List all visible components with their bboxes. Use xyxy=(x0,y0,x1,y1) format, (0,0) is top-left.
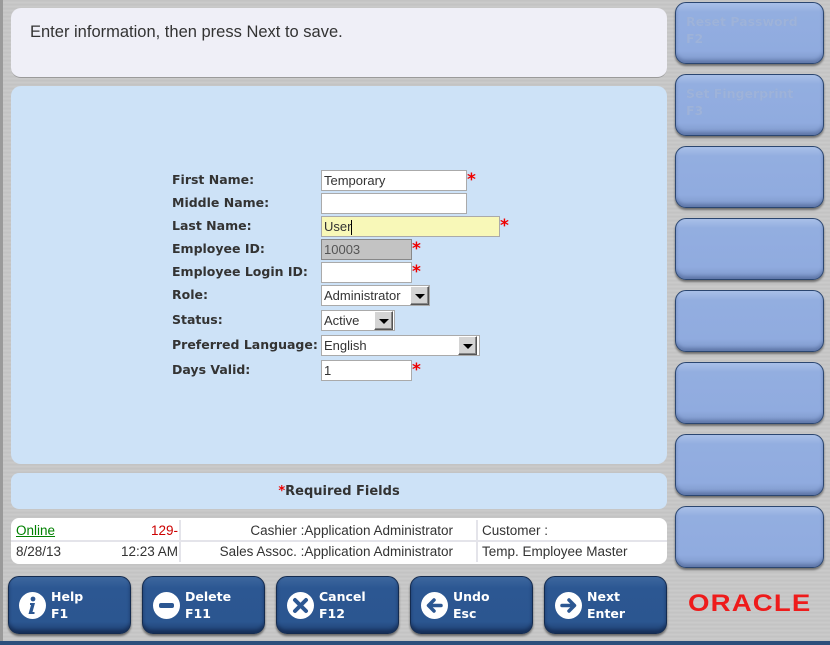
undo-label: Undo xyxy=(453,589,490,604)
side-button-4[interactable] xyxy=(675,218,824,280)
next-label: Next xyxy=(587,589,620,604)
delete-label: Delete xyxy=(185,589,232,604)
x-icon xyxy=(287,592,314,619)
help-button[interactable]: Help F1 xyxy=(8,576,131,634)
delete-button[interactable]: Delete F11 xyxy=(142,576,265,634)
time: 12:23 AM xyxy=(120,544,178,559)
set-fingerprint-key: F3 xyxy=(686,103,704,118)
cancel-key: F12 xyxy=(319,606,345,621)
preferred-language-value: English xyxy=(324,338,367,353)
employee-id-field: 10003 xyxy=(321,239,412,260)
required-marker: * xyxy=(500,216,509,236)
label-preferred-language: Preferred Language: xyxy=(172,337,318,352)
label-employee-login-id: Employee Login ID: xyxy=(172,264,308,279)
window-frame-bottom xyxy=(0,641,830,645)
row-employee-id: Employee ID: 10003 * xyxy=(11,239,667,261)
employee-form: First Name: Temporary * Middle Name: Las… xyxy=(11,86,667,464)
side-button-8[interactable] xyxy=(675,506,824,568)
side-button-5[interactable] xyxy=(675,290,824,352)
label-status: Status: xyxy=(172,312,223,327)
arrow-left-icon xyxy=(421,592,448,619)
role-value: Administrator xyxy=(324,288,401,303)
undo-button[interactable]: Undo Esc xyxy=(410,576,533,634)
help-label: Help xyxy=(51,589,84,604)
prompt-panel: Enter information, then press Next to sa… xyxy=(11,8,667,78)
status-value: Active xyxy=(324,313,360,328)
window-frame xyxy=(0,0,3,645)
status-dropdown-button[interactable] xyxy=(374,311,393,330)
minus-icon xyxy=(153,592,180,619)
reset-password-button[interactable]: Reset Password F2 xyxy=(675,2,824,64)
required-marker: * xyxy=(412,239,421,259)
side-button-6[interactable] xyxy=(675,362,824,424)
connection-status-link[interactable]: Online xyxy=(16,521,55,541)
prompt-text: Enter information, then press Next to sa… xyxy=(30,23,343,41)
sales-assoc-info: Sales Assoc. :Application Administrator xyxy=(219,544,453,559)
required-fields-note: *Required Fields xyxy=(11,473,667,509)
preferred-language-dropdown-button[interactable] xyxy=(458,336,477,355)
role-dropdown-button[interactable] xyxy=(410,286,429,305)
last-name-field[interactable]: User xyxy=(321,216,500,237)
next-button[interactable]: Next Enter xyxy=(544,576,667,634)
label-role: Role: xyxy=(172,287,208,302)
label-first-name: First Name: xyxy=(172,172,255,187)
divider xyxy=(179,520,181,562)
cashier-info: Cashier :Application Administrator xyxy=(250,523,453,538)
register-number: 129- xyxy=(150,523,178,538)
reset-password-label: Reset Password xyxy=(686,14,798,29)
row-last-name: Last Name: User * xyxy=(11,216,667,238)
label-last-name: Last Name: xyxy=(172,218,252,233)
row-middle-name: Middle Name: xyxy=(11,193,667,215)
delete-key: F11 xyxy=(185,606,211,621)
undo-key: Esc xyxy=(453,606,477,621)
row-employee-login-id: Employee Login ID: * xyxy=(11,262,667,284)
next-key: Enter xyxy=(587,606,626,621)
middle-name-field[interactable] xyxy=(321,193,467,214)
required-fields-text: Required Fields xyxy=(285,484,400,499)
first-name-field[interactable]: Temporary xyxy=(321,170,467,191)
side-button-3[interactable] xyxy=(675,146,824,208)
divider xyxy=(476,520,478,562)
label-days-valid: Days Valid: xyxy=(172,362,251,377)
text-caret xyxy=(351,220,353,236)
set-fingerprint-label: Set Fingerprint xyxy=(686,86,794,101)
status-bar: Online 129- Cashier :Application Adminis… xyxy=(11,518,667,564)
days-valid-field[interactable]: 1 xyxy=(321,360,412,381)
side-button-7[interactable] xyxy=(675,434,824,496)
last-name-value: User xyxy=(324,219,352,234)
preferred-language-select[interactable]: English xyxy=(321,335,480,356)
info-icon xyxy=(19,592,46,619)
cancel-label: Cancel xyxy=(319,589,366,604)
required-marker: * xyxy=(412,262,421,282)
row-role: Role: Administrator xyxy=(11,285,667,307)
set-fingerprint-button[interactable]: Set Fingerprint F3 xyxy=(675,74,824,136)
required-marker: * xyxy=(412,360,421,380)
row-first-name: First Name: Temporary * xyxy=(11,170,667,192)
row-preferred-language: Preferred Language: English xyxy=(11,335,667,357)
row-days-valid: Days Valid: 1 * xyxy=(11,360,667,382)
reset-password-key: F2 xyxy=(686,31,704,46)
customer-info: Customer : xyxy=(482,523,549,538)
label-employee-id: Employee ID: xyxy=(172,241,265,256)
required-marker: * xyxy=(467,170,476,190)
screen-name: Temp. Employee Master xyxy=(482,544,628,559)
oracle-logo: ORACLE xyxy=(688,590,812,617)
row-status: Status: Active xyxy=(11,310,667,332)
label-middle-name: Middle Name: xyxy=(172,195,270,210)
cancel-button[interactable]: Cancel F12 xyxy=(276,576,399,634)
help-key: F1 xyxy=(51,606,69,621)
arrow-right-icon xyxy=(555,592,582,619)
employee-login-id-field[interactable] xyxy=(321,262,412,283)
date: 8/28/13 xyxy=(16,544,62,559)
